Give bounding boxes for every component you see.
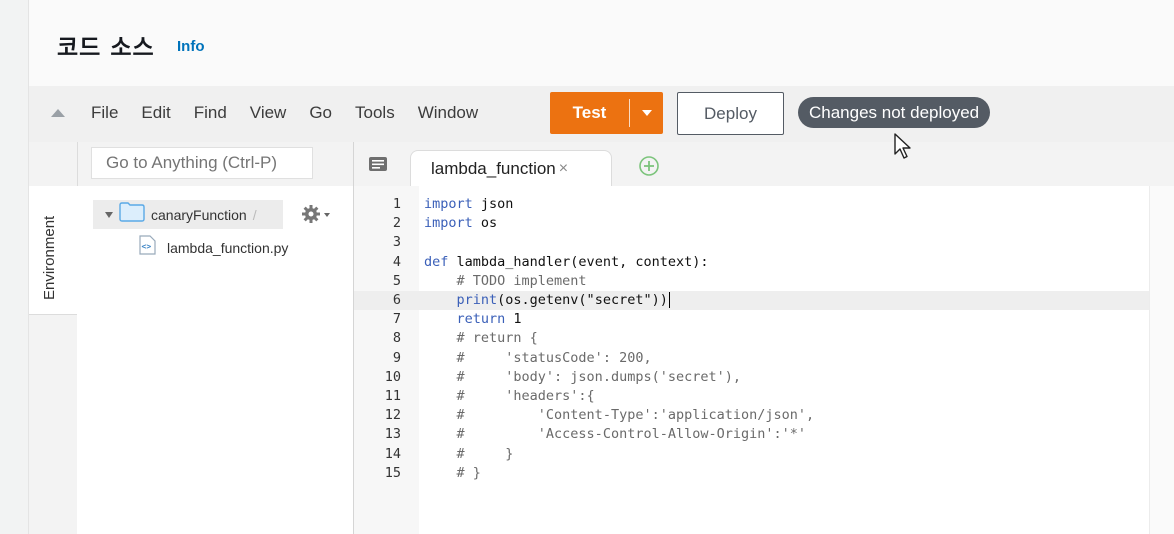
- expand-caret-icon[interactable]: [105, 211, 113, 218]
- code-text: # 'body': json.dumps('secret'),: [456, 368, 741, 385]
- folder-icon: [119, 202, 145, 227]
- menu-go[interactable]: Go: [309, 103, 332, 123]
- python-file-icon: <>: [137, 235, 157, 260]
- text-cursor: [668, 292, 671, 308]
- menu-window[interactable]: Window: [418, 103, 478, 123]
- page-title: 코드 소스: [57, 35, 155, 61]
- code-text: # 'headers':{: [456, 388, 595, 404]
- code-text: return 1: [456, 311, 522, 328]
- line-number: 9: [392, 349, 401, 366]
- line-number: 15: [384, 464, 401, 481]
- line-number: 10: [384, 368, 401, 385]
- code-text: # }: [456, 445, 514, 462]
- menu-view[interactable]: View: [250, 103, 287, 123]
- line-number: 1: [392, 196, 401, 212]
- test-dropdown-button[interactable]: [630, 110, 663, 116]
- code-text: # return {: [456, 330, 538, 347]
- tab-title: lambda_function: [431, 159, 556, 178]
- line-number: 14: [384, 445, 401, 462]
- deploy-button[interactable]: Deploy: [677, 92, 784, 135]
- tree-root-folder[interactable]: canaryFunction /: [93, 200, 283, 229]
- tab-list-icon[interactable]: [368, 156, 388, 179]
- code-text: # 'Access-Control-Allow-Origin':'*': [456, 426, 807, 443]
- code-text: # 'Content-Type':'application/json',: [456, 407, 815, 424]
- menu-tools[interactable]: Tools: [355, 103, 395, 123]
- line-number: 3: [392, 234, 401, 251]
- ide-toolbar: File Edit Find View Go Tools Window Test…: [29, 86, 1174, 143]
- line-number: 7: [392, 311, 401, 328]
- code-text: print(os.getenv("secret")): [424, 291, 671, 310]
- line-number: 12: [384, 407, 401, 424]
- status-badge: Changes not deployed: [798, 97, 991, 128]
- close-icon[interactable]: ×: [559, 160, 568, 178]
- editor-tabbar: lambda_function ×: [354, 142, 1174, 187]
- line-number: 5: [392, 272, 401, 289]
- line-number: 8: [392, 330, 401, 347]
- editor-scrollbar[interactable]: [1149, 186, 1174, 534]
- collapse-up-icon[interactable]: [51, 109, 65, 117]
- go-to-anything-input[interactable]: [91, 147, 313, 179]
- test-button[interactable]: Test: [550, 92, 663, 134]
- info-link[interactable]: Info: [177, 38, 205, 55]
- mouse-pointer-icon: [893, 132, 913, 165]
- code-editor[interactable]: 1 import json 2 import os 3 4 def lambda_handl…: [354, 186, 1174, 534]
- section-header: 코드 소스 Info: [29, 0, 1174, 87]
- line-number: 2: [392, 215, 401, 232]
- code-text: import json: [424, 196, 514, 212]
- tree-root-name: canaryFunction: [151, 206, 247, 223]
- gear-icon[interactable]: [301, 204, 321, 229]
- environment-tab-label: Environment: [41, 215, 58, 300]
- file-tree: canaryFunction / <> lambda_function.py: [77, 186, 353, 534]
- code-text: # TODO implement: [456, 272, 587, 289]
- code-text: import os: [424, 215, 498, 232]
- menu-file[interactable]: File: [91, 103, 118, 123]
- tree-file-name: lambda_function.py: [167, 239, 289, 256]
- line-number: 6: [392, 292, 401, 308]
- tab-lambda-function[interactable]: lambda_function ×: [410, 150, 612, 187]
- test-button-label: Test: [572, 103, 607, 122]
- svg-text:<>: <>: [142, 242, 152, 251]
- line-number: 11: [384, 388, 401, 404]
- code-source-panel: 코드 소스 Info File Edit Find View Go Tools …: [28, 0, 1174, 534]
- add-tab-icon[interactable]: [638, 155, 660, 182]
- code-text: # }: [456, 464, 481, 481]
- gear-dropdown-icon[interactable]: [324, 213, 330, 217]
- chevron-down-icon: [641, 110, 652, 116]
- line-number: 4: [392, 253, 401, 270]
- menu-edit[interactable]: Edit: [141, 103, 170, 123]
- line-number: 13: [384, 426, 401, 443]
- tree-root-suffix: /: [252, 206, 257, 223]
- code-text: def lambda_handler(event, context):: [424, 253, 709, 270]
- tree-file-item[interactable]: <> lambda_function.py: [137, 235, 288, 260]
- menu-find[interactable]: Find: [194, 103, 227, 123]
- code-text: # 'statusCode': 200,: [456, 349, 652, 366]
- menu-bar: File Edit Find View Go Tools Window: [91, 103, 501, 123]
